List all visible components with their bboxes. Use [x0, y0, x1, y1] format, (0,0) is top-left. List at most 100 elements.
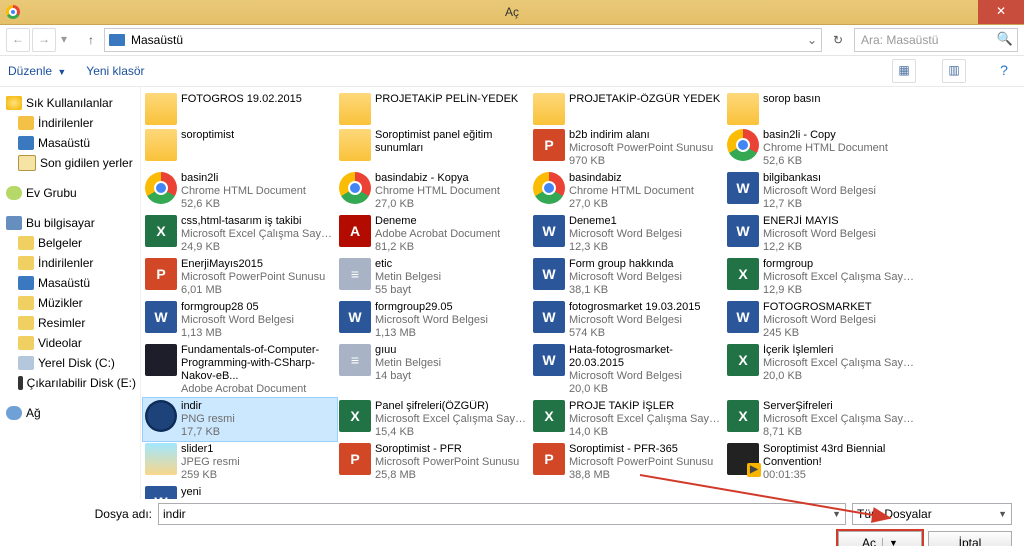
- sidebar-item-cdisk[interactable]: Yerel Disk (C:): [0, 353, 140, 373]
- file-item[interactable]: Soroptimist panel eğitim sunumları: [337, 127, 531, 170]
- filename-input[interactable]: indir ▼: [158, 503, 846, 525]
- new-folder-button[interactable]: Yeni klasör: [86, 64, 144, 78]
- txt-icon: ≡: [339, 344, 371, 376]
- sidebar-item-documents[interactable]: Belgeler: [0, 233, 140, 253]
- back-button[interactable]: ←: [6, 28, 30, 52]
- sidebar-label: Masaüstü: [38, 275, 90, 291]
- file-item[interactable]: PSoroptimist - PFR-365Microsoft PowerPoi…: [531, 441, 725, 484]
- organize-button[interactable]: Düzenle ▼: [8, 64, 66, 78]
- sidebar-label: İndirilenler: [38, 255, 93, 271]
- sidebar-item-downloads2[interactable]: İndirilenler: [0, 253, 140, 273]
- file-name: basin2li - Copy: [763, 129, 888, 142]
- sidebar-item-desktop[interactable]: Masaüstü: [0, 133, 140, 153]
- file-item[interactable]: PSoroptimist - PFRMicrosoft PowerPoint S…: [337, 441, 531, 484]
- file-item[interactable]: Wyeniistekler-fotogrosmarket-20.03.2015M…: [143, 484, 337, 499]
- open-split-dropdown[interactable]: ▼: [882, 538, 898, 546]
- file-item[interactable]: Xİçerik İşlemleriMicrosoft Excel Çalışma…: [725, 342, 919, 398]
- sidebar-item-desktop2[interactable]: Masaüstü: [0, 273, 140, 293]
- close-button[interactable]: ✕: [978, 0, 1024, 24]
- open-button[interactable]: Aç ▼: [838, 531, 922, 546]
- file-item[interactable]: WDeneme1Microsoft Word Belgesi12,3 KB: [531, 213, 725, 256]
- up-button[interactable]: ↑: [82, 31, 100, 49]
- sidebar-item-downloads[interactable]: İndirilenler: [0, 113, 140, 133]
- help-button[interactable]: ?: [992, 59, 1016, 83]
- file-item[interactable]: soroptimist: [143, 127, 337, 170]
- file-item[interactable]: basin2liChrome HTML Document52,6 KB: [143, 170, 337, 213]
- history-dropdown[interactable]: ▾: [58, 29, 70, 51]
- sidebar-item-videos[interactable]: Videolar: [0, 333, 140, 353]
- forward-button[interactable]: →: [32, 28, 56, 52]
- file-item[interactable]: ADenemeAdobe Acrobat Document81,2 KB: [337, 213, 531, 256]
- file-item[interactable]: slider1JPEG resmi259 KB: [143, 441, 337, 484]
- file-type: Chrome HTML Document: [375, 185, 500, 198]
- view-icon-2[interactable]: ▥: [942, 59, 966, 83]
- file-item[interactable]: Wformgroup29.05Microsoft Word Belgesi1,1…: [337, 299, 531, 342]
- file-item[interactable]: Fundamentals-of-Computer-Programming-wit…: [143, 342, 337, 398]
- file-item[interactable]: PEnerjiMayıs2015Microsoft PowerPoint Sun…: [143, 256, 337, 299]
- file-name: Deneme1: [569, 215, 682, 228]
- file-item[interactable]: WHata-fotogrosmarket-20.03.2015Microsoft…: [531, 342, 725, 398]
- file-item[interactable]: PROJETAKİP PELİN-YEDEK: [337, 91, 531, 127]
- file-item[interactable]: WENERJİ MAYISMicrosoft Word Belgesi12,2 …: [725, 213, 919, 256]
- file-item[interactable]: XPROJE TAKİP İŞLERMicrosoft Excel Çalışm…: [531, 398, 725, 441]
- sidebar-label: Sık Kullanılanlar: [26, 95, 113, 111]
- file-item[interactable]: FOTOGROS 19.02.2015: [143, 91, 337, 127]
- file-item[interactable]: WbilgibankasıMicrosoft Word Belgesi12,7 …: [725, 170, 919, 213]
- sidebar-homegroup[interactable]: Ev Grubu: [0, 183, 140, 203]
- sidebar-item-pictures[interactable]: Resimler: [0, 313, 140, 333]
- cancel-button[interactable]: İptal: [928, 531, 1012, 546]
- desktop-icon: [18, 136, 34, 150]
- sidebar-item-edisk[interactable]: Çıkarılabilir Disk (E:): [0, 373, 140, 393]
- file-size: 14 bayt: [375, 370, 441, 383]
- file-type: 00:01:35: [763, 469, 917, 482]
- file-item[interactable]: XServerŞifreleriMicrosoft Excel Çalışma …: [725, 398, 919, 441]
- file-item[interactable]: basin2li - CopyChrome HTML Document52,6 …: [725, 127, 919, 170]
- filter-select[interactable]: Tüm Dosyalar ▼: [852, 503, 1012, 525]
- sidebar-item-music[interactable]: Müzikler: [0, 293, 140, 313]
- file-grid[interactable]: FOTOGROS 19.02.2015PROJETAKİP PELİN-YEDE…: [141, 87, 1024, 499]
- view-icon-1[interactable]: ▦: [892, 59, 916, 83]
- file-item[interactable]: WForm group hakkındaMicrosoft Word Belge…: [531, 256, 725, 299]
- file-item[interactable]: PROJETAKİP-ÖZGÜR YEDEK: [531, 91, 725, 127]
- file-item[interactable]: basindabizChrome HTML Document27,0 KB: [531, 170, 725, 213]
- file-size: 970 KB: [569, 155, 713, 168]
- file-item[interactable]: Wformgroup28 05Microsoft Word Belgesi1,1…: [143, 299, 337, 342]
- file-type: Microsoft Word Belgesi: [181, 314, 294, 327]
- file-item[interactable]: basindabiz - KopyaChrome HTML Document27…: [337, 170, 531, 213]
- chevron-down-icon[interactable]: ▼: [832, 509, 841, 519]
- breadcrumb-dropdown-icon[interactable]: ⌄: [807, 33, 817, 47]
- breadcrumb[interactable]: Masaüstü ⌄: [104, 28, 822, 52]
- file-item[interactable]: XPanel şifreleri(ÖZGÜR)Microsoft Excel Ç…: [337, 398, 531, 441]
- file-item[interactable]: indirPNG resmi17,7 KB: [143, 398, 337, 441]
- file-type: PNG resmi: [181, 413, 235, 426]
- file-item[interactable]: Pb2b indirim alanıMicrosoft PowerPoint S…: [531, 127, 725, 170]
- sidebar-network[interactable]: Ağ: [0, 403, 140, 423]
- filename-value: indir: [163, 507, 186, 521]
- refresh-button[interactable]: ↻: [826, 33, 850, 47]
- search-input[interactable]: Ara: Masaüstü 🔍: [854, 28, 1018, 52]
- file-name: EnerjiMayıs2015: [181, 258, 325, 271]
- file-type: Microsoft Excel Çalışma Sayfası: [763, 357, 917, 370]
- word-icon: W: [727, 172, 759, 204]
- file-size: 20,0 KB: [569, 383, 723, 396]
- file-item[interactable]: ≡gıuuMetin Belgesi14 bayt: [337, 342, 531, 398]
- search-icon: 🔍: [997, 31, 1013, 47]
- file-item[interactable]: Soroptimist 43rd Biennial Convention!00:…: [725, 441, 919, 484]
- file-item[interactable]: sorop basın: [725, 91, 919, 127]
- sidebar-favorites[interactable]: Sık Kullanılanlar: [0, 93, 140, 113]
- chevron-down-icon[interactable]: ▼: [998, 509, 1007, 519]
- word-icon: W: [533, 344, 565, 376]
- file-type: Chrome HTML Document: [181, 185, 306, 198]
- file-type: Microsoft Word Belgesi: [763, 228, 876, 241]
- file-item[interactable]: Xcss,html-tasarım iş takibiMicrosoft Exc…: [143, 213, 337, 256]
- excel-icon: X: [145, 215, 177, 247]
- file-item[interactable]: Wfotogrosmarket 19.03.2015Microsoft Word…: [531, 299, 725, 342]
- file-item[interactable]: XformgroupMicrosoft Excel Çalışma Sayfas…: [725, 256, 919, 299]
- chrome-icon: [145, 172, 177, 204]
- file-type: Microsoft PowerPoint Sunusu: [181, 271, 325, 284]
- file-size: 12,7 KB: [763, 198, 876, 211]
- file-item[interactable]: WFOTOGROSMARKETMicrosoft Word Belgesi245…: [725, 299, 919, 342]
- file-item[interactable]: ≡eticMetin Belgesi55 bayt: [337, 256, 531, 299]
- sidebar-item-recent[interactable]: Son gidilen yerler: [0, 153, 140, 173]
- sidebar-thispc[interactable]: Bu bilgisayar: [0, 213, 140, 233]
